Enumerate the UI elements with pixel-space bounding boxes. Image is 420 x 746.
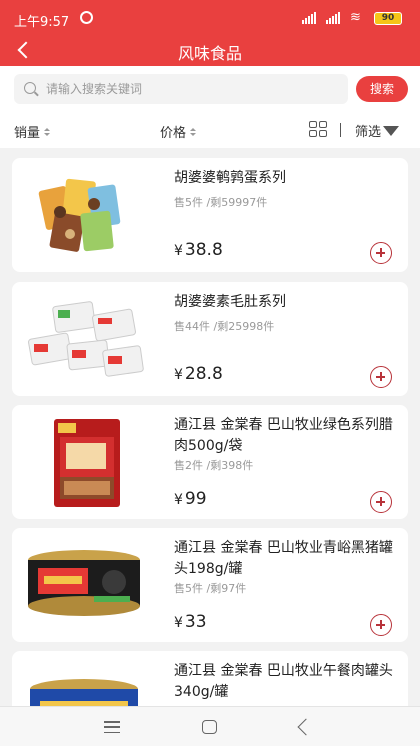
product-name: 通江县 金棠春 巴山牧业青峪黑猪罐头198g/罐 [174, 540, 393, 577]
funnel-icon [383, 125, 400, 136]
wifi-icon: ≋ [350, 10, 361, 25]
grid-view-icon[interactable] [309, 121, 327, 137]
product-price: ¥28.8 [174, 364, 223, 384]
search-input[interactable] [46, 74, 342, 104]
battery-icon: 90 [374, 12, 402, 25]
product-sales-meta: 售2件 /剩398件 [174, 459, 254, 472]
sort-sales-label: 销量 [14, 126, 41, 141]
search-bar: 搜索 [0, 66, 420, 112]
sort-price-label: 价格 [160, 126, 187, 141]
sort-bar: 销量 价格 筛选 [0, 112, 420, 148]
product-price: ¥99 [174, 489, 207, 509]
filter-label: 筛选 [355, 125, 382, 140]
back-icon[interactable] [297, 718, 315, 736]
product-image-cured-meat [54, 419, 120, 507]
product-card[interactable]: 通江县 金棠春 巴山牧业青峪黑猪罐头198g/罐 售5件 /剩97件 ¥33 [12, 528, 408, 642]
product-name: 胡婆婆鹌鹑蛋系列 [174, 170, 286, 186]
add-to-cart-icon[interactable] [370, 242, 392, 264]
search-box[interactable] [14, 74, 348, 104]
product-name: 胡婆婆素毛肚系列 [174, 294, 286, 310]
product-image-tripe [28, 301, 144, 377]
sort-divider [340, 123, 341, 137]
product-image-canned-pork [28, 550, 140, 616]
product-card[interactable]: 通江县 金棠春 巴山牧业绿色系列腊肉500g/袋 售2件 /剩398件 ¥99 [12, 405, 408, 519]
signal-icon [302, 12, 316, 24]
product-sales-meta: 售5件 /剩59997件 [174, 196, 268, 209]
add-to-cart-icon[interactable] [370, 614, 392, 636]
add-to-cart-icon[interactable] [370, 491, 392, 513]
alarm-icon [80, 11, 93, 24]
sort-by-price[interactable]: 价格 [160, 122, 197, 141]
product-price: ¥33 [174, 612, 207, 632]
add-to-cart-icon[interactable] [370, 366, 392, 388]
product-name: 通江县 金棠春 巴山牧业绿色系列腊肉500g/袋 [174, 417, 393, 454]
product-sales-meta: 售44件 /剩25998件 [174, 320, 275, 333]
search-button[interactable]: 搜索 [356, 76, 408, 102]
status-time: 上午9:57 [14, 15, 70, 30]
status-bar: 上午9:57 ≋ 90 [0, 0, 420, 36]
filter-button[interactable]: 筛选 [355, 121, 400, 140]
page-title: 风味食品 [177, 44, 242, 63]
product-sales-meta: 售5件 /剩97件 [174, 582, 247, 595]
sort-arrows-icon [44, 127, 51, 136]
product-name: 通江县 金棠春 巴山牧业午餐肉罐头340g/罐 [174, 663, 393, 700]
search-icon [24, 82, 36, 94]
product-card[interactable]: 胡婆婆素毛肚系列 售44件 /剩25998件 ¥28.8 [12, 282, 408, 396]
sort-arrows-icon [190, 127, 197, 136]
sort-by-sales[interactable]: 销量 [14, 122, 51, 141]
home-icon[interactable] [202, 720, 217, 734]
product-image-quail-eggs [38, 178, 121, 252]
title-bar: 风味食品 [0, 36, 420, 66]
product-price: ¥38.8 [174, 240, 223, 260]
signal-icon-2 [326, 12, 340, 24]
system-nav-bar [0, 706, 420, 746]
product-card[interactable]: 胡婆婆鹌鹑蛋系列 售5件 /剩59997件 ¥38.8 [12, 158, 408, 272]
menu-icon[interactable] [104, 721, 120, 733]
